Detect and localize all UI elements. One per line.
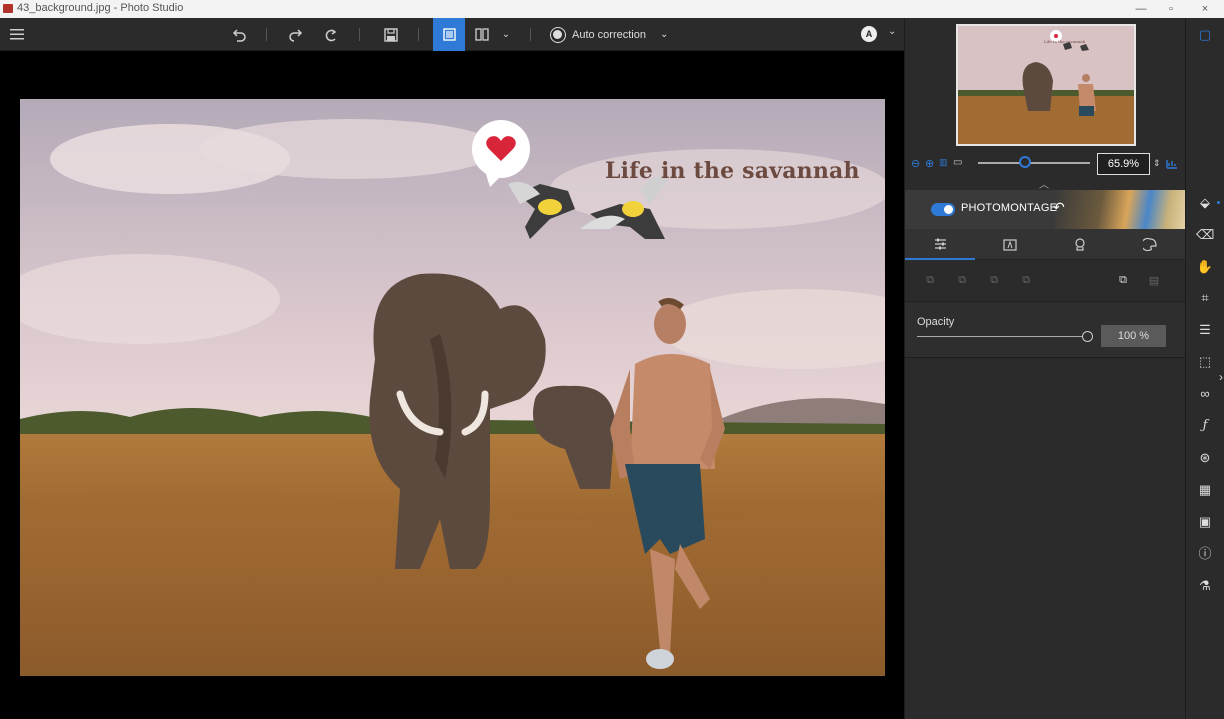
tab-text[interactable] (975, 229, 1045, 260)
layers-icon[interactable]: ▢ (1196, 26, 1214, 44)
chevron-down-icon[interactable]: ⌄ (498, 18, 514, 51)
auto-correction-toggle[interactable]: Auto correction ⌄ (550, 18, 668, 51)
texture-icon[interactable]: ▦ (1196, 481, 1214, 499)
opacity-value-field[interactable]: 100 % (1101, 325, 1166, 347)
opacity-control: Opacity 100 % (905, 303, 1186, 358)
palette-icon (1143, 238, 1157, 251)
window-title: 43_background.jpg - Photo Studio (17, 2, 184, 14)
toggle-icon (550, 26, 566, 43)
stamp-icon (1075, 238, 1085, 251)
save-icon[interactable] (380, 18, 402, 51)
single-view-icon[interactable] (433, 18, 465, 51)
zoom-out-icon[interactable]: ⊖ (911, 157, 923, 170)
tab-stamp[interactable] (1045, 229, 1115, 260)
redo-icon[interactable] (285, 18, 307, 51)
chevron-down-icon[interactable]: ⌄ (888, 26, 896, 37)
adjustments-icon[interactable]: ☰ (1196, 321, 1214, 339)
fit-window-icon[interactable]: ▭ (953, 157, 965, 169)
undo-icon[interactable] (228, 18, 250, 51)
panel-tabs (905, 229, 1186, 260)
lab-flask-icon[interactable]: ⚗ (1196, 577, 1214, 595)
zoom-value-field[interactable]: 65.9% (1097, 153, 1150, 175)
chevron-down-icon[interactable]: ⌄ (660, 29, 668, 40)
bring-forward-icon[interactable]: ⧉ (955, 274, 969, 288)
photomontage-toggle[interactable] (931, 203, 955, 216)
collapse-navigator-icon[interactable]: ︿ (1039, 176, 1049, 191)
tab-adjust[interactable] (905, 229, 975, 260)
layer-arrange-buttons: ⧉ ⧉ ⧉ ⧉ ⧉ ▤ (905, 260, 1186, 302)
image-overlay-text: Life in the savannah (605, 158, 860, 184)
minimize-button[interactable]: — (1126, 0, 1156, 18)
opacity-slider[interactable] (917, 336, 1087, 337)
maximize-button[interactable]: ▫ (1156, 0, 1186, 18)
color-icon[interactable]: ⊛ (1196, 449, 1214, 467)
tool-rail: ▢ ⬙ ⌫ ✋ ⌗ ☰ ⬚ ∞ ƒ ⊛ ▦ ▣ ⓘ ⚗ › (1185, 18, 1224, 719)
opacity-label: Opacity (917, 316, 955, 328)
zoom-slider-handle[interactable] (1019, 156, 1032, 168)
actual-size-icon[interactable]: ▥ (939, 157, 951, 169)
red-eye-icon[interactable]: ∞ (1196, 385, 1214, 403)
app-icon (3, 4, 13, 13)
toolbar-separator (530, 28, 531, 41)
expand-panel-icon[interactable]: › (1219, 370, 1223, 384)
toolbar-separator (266, 28, 267, 41)
text-frame-icon (1003, 238, 1017, 251)
copy-icon[interactable]: ⧉ (1116, 274, 1130, 288)
auto-correction-label: Auto correction (572, 28, 646, 41)
toolbar-separator (418, 28, 419, 41)
paste-icon[interactable]: ▤ (1147, 274, 1161, 288)
info-icon[interactable]: ⓘ (1196, 545, 1214, 563)
effects-fx-icon[interactable]: ƒ (1196, 417, 1214, 435)
zoom-slider[interactable] (978, 162, 1090, 164)
histogram-icon[interactable] (1166, 157, 1178, 169)
redo-all-icon[interactable] (320, 18, 342, 51)
selection-icon[interactable]: ⬚ (1196, 353, 1214, 371)
opacity-slider-handle[interactable] (1082, 331, 1093, 342)
zoom-in-icon[interactable]: ⊕ (925, 157, 937, 170)
tab-effects[interactable] (1115, 229, 1185, 260)
send-backward-icon[interactable]: ⧉ (987, 274, 1001, 288)
retouch-icon[interactable]: ✋ (1196, 258, 1214, 276)
right-panel: Life in the savannah ⊖ ⊕ ▥ ▭ 65.9% ⇕ ︿ P… (904, 18, 1186, 719)
reset-icon[interactable]: ↶ (1053, 199, 1065, 216)
menu-icon[interactable] (6, 18, 28, 51)
photomontage-header: PHOTOMONTAGE ↶ (905, 190, 1186, 229)
toolbar-separator (359, 28, 360, 41)
photomontage-banner (1055, 190, 1186, 229)
frame-icon[interactable]: ▣ (1196, 513, 1214, 531)
sliders-icon (934, 238, 946, 249)
avatar[interactable]: A (861, 26, 877, 42)
navigator-thumbnail[interactable]: Life in the savannah (956, 24, 1136, 146)
close-button[interactable]: × (1190, 0, 1220, 18)
photomontage-tool-icon[interactable]: ⬙ (1196, 194, 1220, 212)
photo-image[interactable] (20, 99, 885, 676)
thumbnail-text: Life in the savannah (1044, 39, 1086, 44)
send-to-back-icon[interactable]: ⧉ (1019, 274, 1033, 288)
window-titlebar: 43_background.jpg - Photo Studio — ▫ × (0, 0, 1224, 18)
stepper-icon[interactable]: ⇕ (1153, 158, 1165, 170)
split-view-icon[interactable] (470, 18, 494, 51)
photomontage-label: PHOTOMONTAGE (961, 202, 1058, 214)
eraser-icon[interactable]: ⌫ (1196, 226, 1214, 244)
crop-icon[interactable]: ⌗ (1196, 289, 1214, 307)
bring-to-front-icon[interactable]: ⧉ (923, 274, 937, 288)
main-toolbar: ⌄ (0, 18, 904, 51)
